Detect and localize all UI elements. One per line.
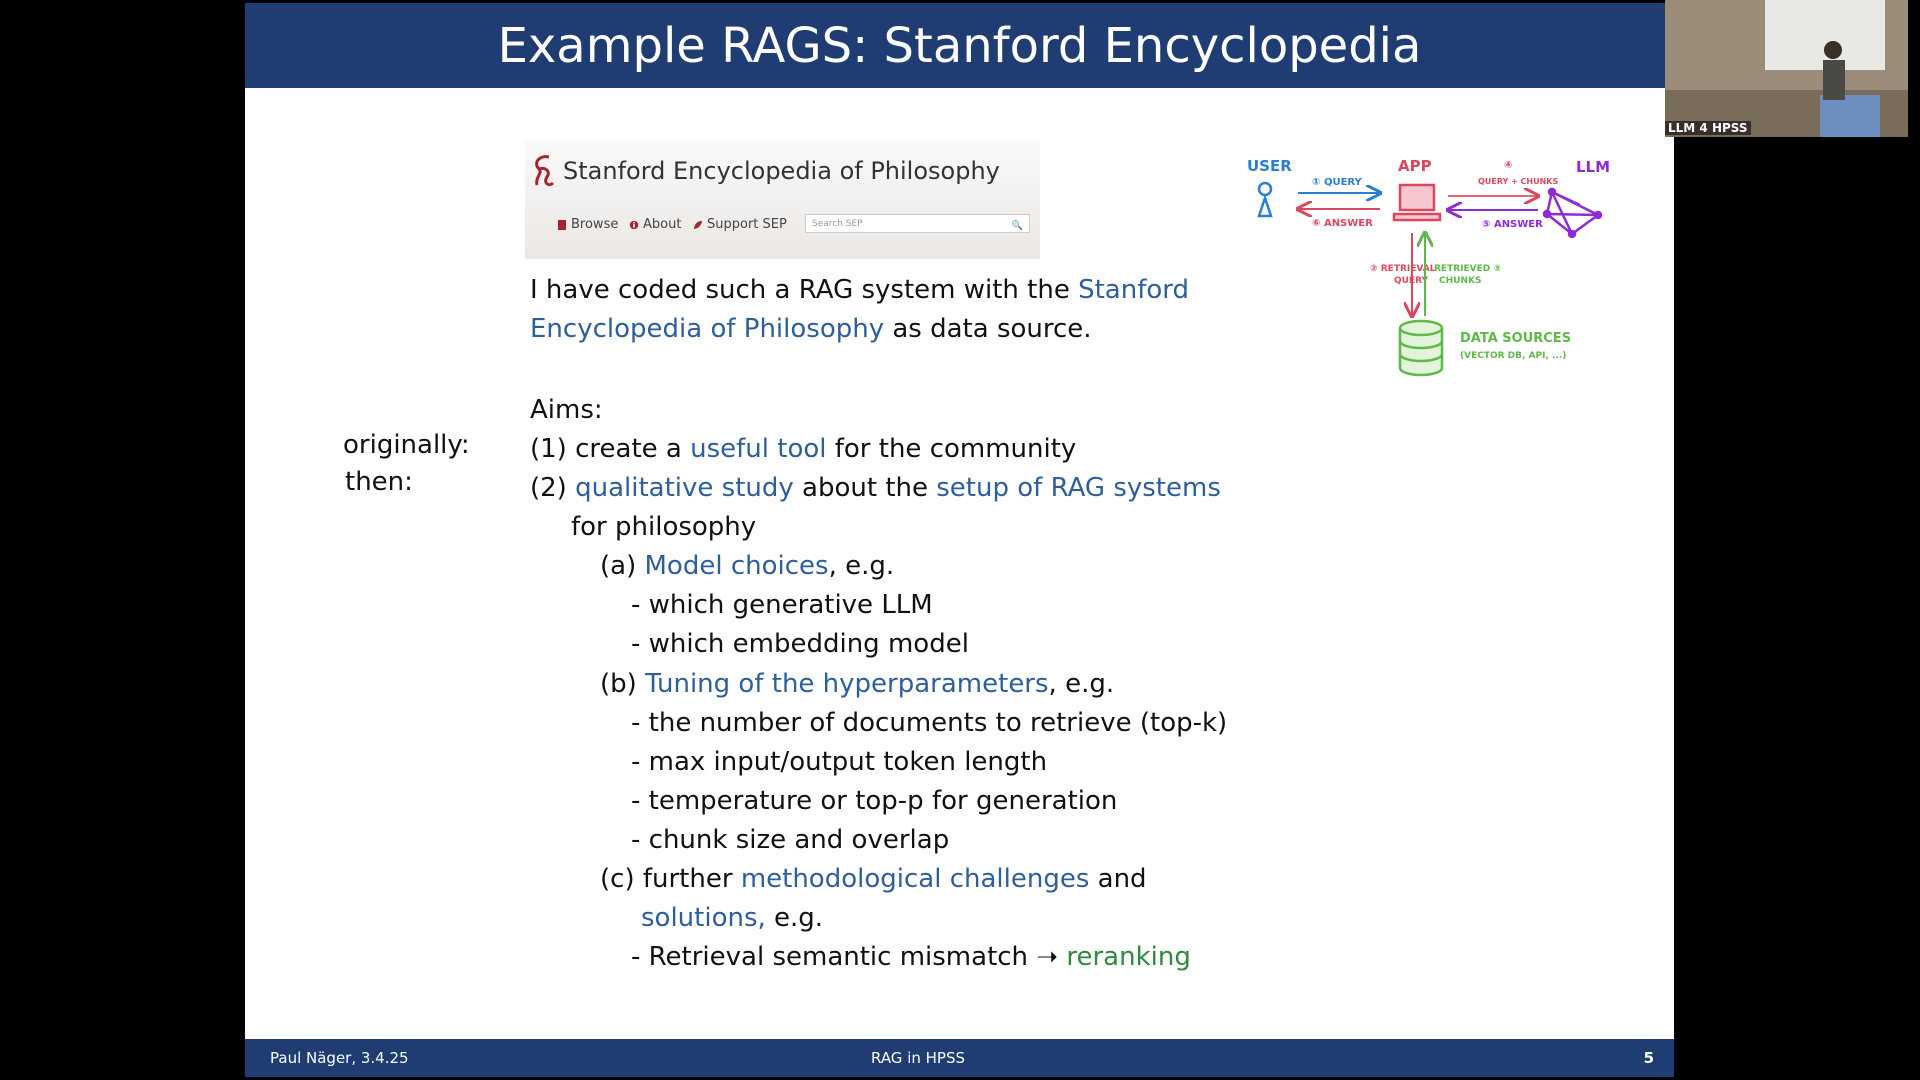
aim-2c-cont: solutions, e.g. [641, 903, 824, 933]
sep-search-placeholder: Search SEP [812, 219, 863, 229]
label-then: then: [345, 467, 413, 497]
label-step3a: RETRIEVED ③ [1434, 264, 1501, 274]
webcam-label: LLM 4 HPSS [1665, 121, 1751, 135]
database-icon [1398, 319, 1444, 377]
sep-name: Stanford Encyclopedia of Philosophy [563, 157, 1000, 185]
webcam-thumbnail[interactable]: LLM 4 HPSS [1665, 0, 1908, 137]
leaf-icon [693, 220, 703, 229]
aim-2b-item: - the number of documents to retrieve (t… [631, 708, 1228, 738]
label-step3b: CHUNKS [1439, 276, 1481, 286]
sep-banner: Stanford Encyclopedia of Philosophy Brow… [525, 139, 1040, 259]
aim-2b-item: - max input/output token length [631, 747, 1048, 777]
label-originally: originally: [343, 430, 470, 460]
aim-2a-item: - which embedding model [631, 629, 969, 659]
intro-text: I have coded such a RAG system with the … [530, 275, 1190, 344]
aim-2a-item: - which generative LLM [631, 590, 933, 620]
sep-nav-browse-label: Browse [571, 217, 619, 232]
label-step2b: QUERY [1394, 276, 1429, 286]
aim-2-cont: for philosophy [571, 512, 757, 542]
aims-heading: Aims: [530, 395, 603, 425]
aim-2b-item: - temperature or top-p for generation [631, 786, 1118, 816]
aim-2b: (b) Tuning of the hyperparameters, e.g. [600, 669, 1115, 699]
aim-2c: (c) further methodological challenges an… [600, 864, 1147, 894]
aim-2: (2) qualitative study about the setup of… [530, 473, 1221, 503]
footer-title: RAG in HPSS [871, 1049, 966, 1067]
search-icon: 🔍 [1011, 221, 1023, 231]
link-encyclopedia[interactable]: Encyclopedia of Philosophy [530, 314, 884, 344]
label-step4: QUERY + CHUNKS [1478, 177, 1559, 186]
label-step6: ⑥ ANSWER [1312, 218, 1373, 229]
network-icon [1542, 187, 1603, 239]
slide-footer: Paul Näger, 3.4.25 RAG in HPSS 5 [245, 1039, 1674, 1077]
diagram-llm-label: LLM [1576, 158, 1610, 176]
label-data-sources: DATA SOURCES [1460, 331, 1571, 346]
sep-nav-support-label: Support SEP [707, 217, 787, 232]
sep-search-input[interactable]: Search SEP 🔍 [805, 214, 1030, 233]
label-step4-num: ④ [1504, 160, 1512, 171]
slide-title: Example RAGS: Stanford Encyclopedia [245, 3, 1674, 88]
link-stanford[interactable]: Stanford [1078, 275, 1189, 305]
rag-diagram: USER ① QUERY ⑥ ANSWER APP ④ QUERY + CHUN… [1247, 157, 1610, 377]
info-icon [629, 220, 639, 229]
aim-2a: (a) Model choices, e.g. [600, 551, 895, 581]
sep-nav-about[interactable]: About [629, 217, 681, 232]
aim-2c-item: - Retrieval semantic mismatch ➝ rerankin… [631, 942, 1191, 972]
book-icon [558, 219, 566, 230]
label-data-sources-sub: (VECTOR DB, API, ...) [1460, 351, 1566, 361]
footer-author: Paul Näger, 3.4.25 [270, 1049, 409, 1067]
label-step5: ⑤ ANSWER [1482, 219, 1543, 230]
webcam-scene-icon [1665, 0, 1908, 137]
aim-2b-item: - chunk size and overlap [631, 825, 950, 855]
label-step1: ① QUERY [1312, 177, 1363, 188]
user-person-visible-icon [1257, 181, 1273, 218]
laptop-icon [1392, 183, 1442, 222]
diagram-app-label: APP [1398, 157, 1432, 175]
sep-nav-browse[interactable]: Browse [557, 217, 618, 232]
sep-nav-about-label: About [643, 217, 682, 232]
aim-1: (1) create a useful tool for the communi… [530, 434, 1077, 464]
sep-logo-icon [535, 155, 555, 187]
sep-nav-support[interactable]: Support SEP [693, 217, 787, 232]
diagram-user-label: USER [1247, 157, 1292, 175]
footer-page-number: 5 [1643, 1049, 1654, 1067]
slide: Example RAGS: Stanford Encyclopedia Stan… [245, 3, 1674, 1077]
